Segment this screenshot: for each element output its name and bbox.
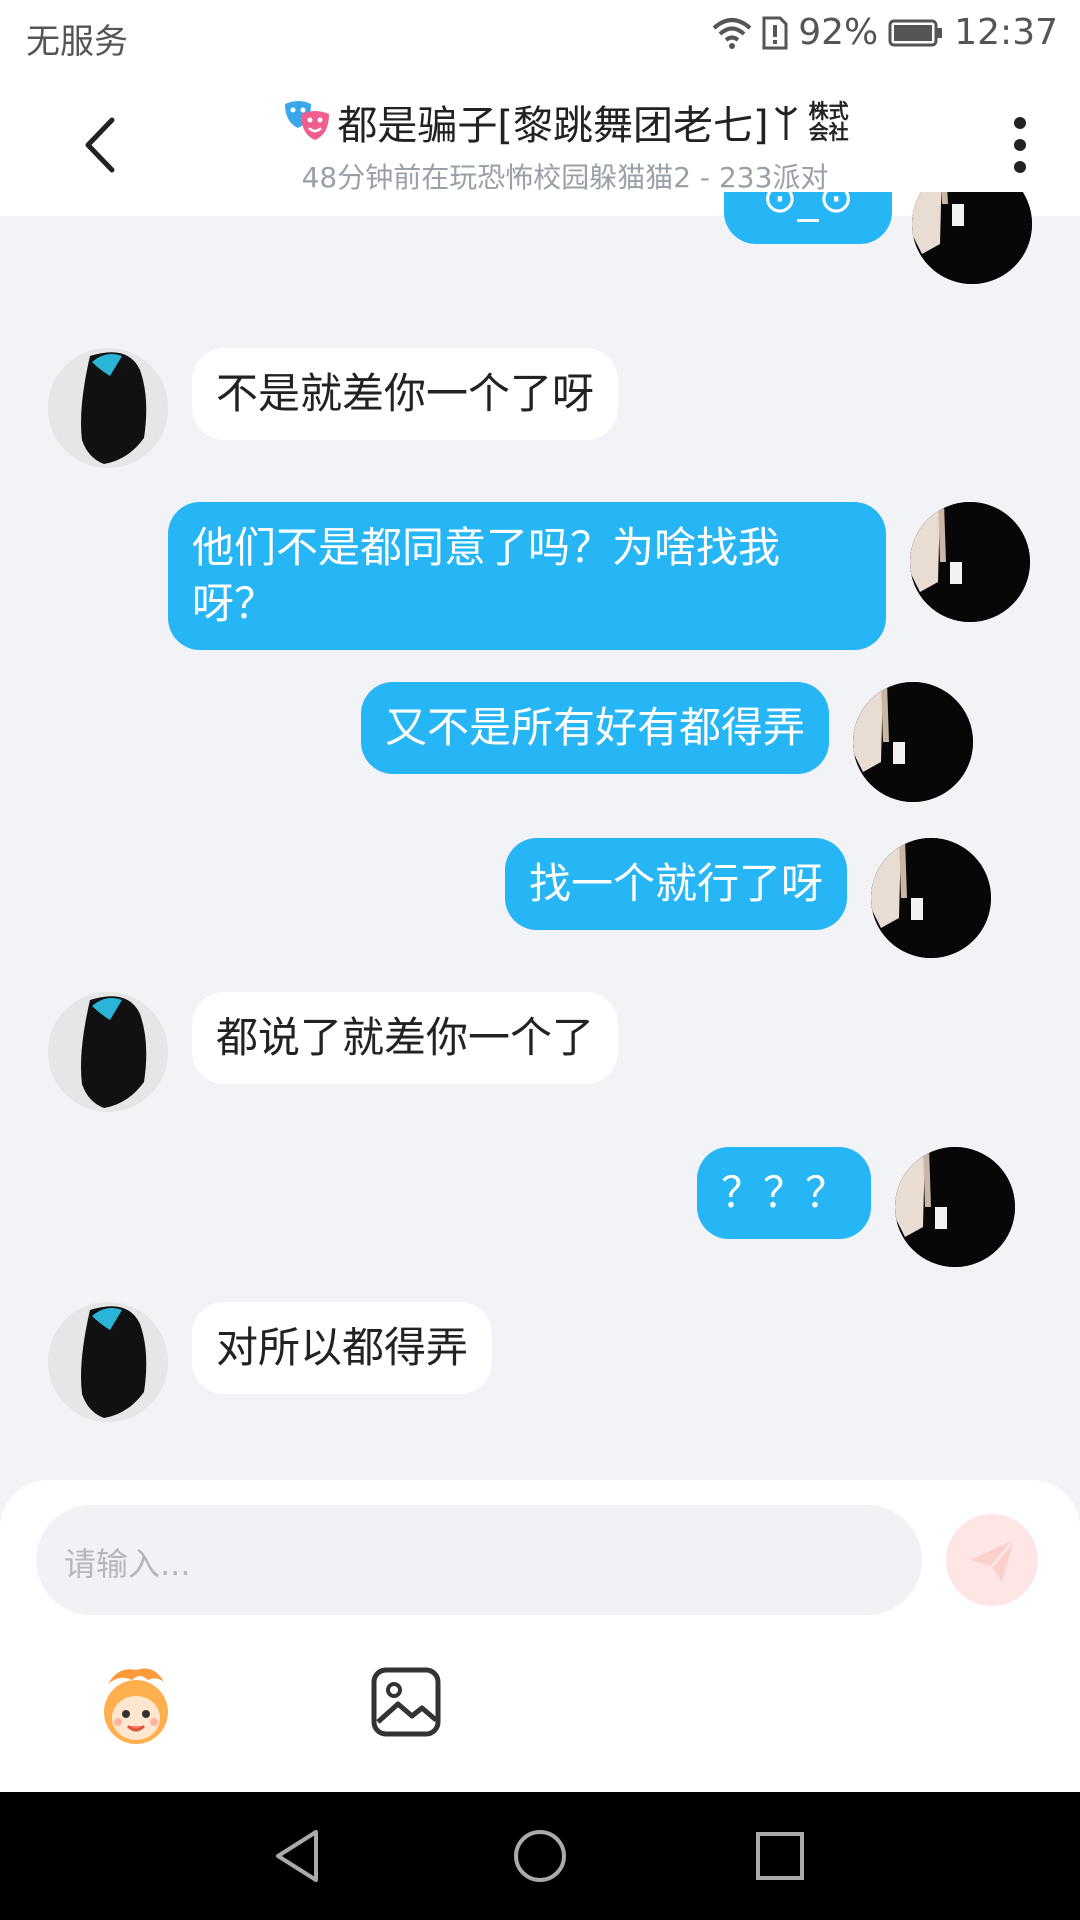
message-incoming: 不是就差你一个了呀: [48, 348, 619, 468]
message-incoming: 对所以都得弄: [48, 1302, 493, 1422]
contact-avatar-image: [48, 992, 168, 1112]
battery-icon: [888, 19, 943, 46]
theater-masks-icon: [285, 101, 330, 140]
message-outgoing: 他们不是都同意了吗？为啥找我呀？: [168, 502, 1030, 650]
my-avatar[interactable]: [853, 682, 974, 802]
message-outgoing: ⊙_⊙: [724, 192, 1032, 312]
my-avatar[interactable]: [871, 838, 992, 958]
title-suffix-line-1: 株式: [808, 99, 849, 123]
chat-subtitle: 48分钟前在玩恐怖校园躲猫猫2 - 233派对: [301, 161, 829, 194]
image-icon[interactable]: [370, 1666, 442, 1738]
message-outgoing: ？？？: [697, 1147, 1016, 1267]
status-indicators: 92% 12:37: [712, 12, 1058, 53]
message-incoming: 都说了就差你一个了: [48, 992, 619, 1112]
wifi-icon: [712, 17, 752, 49]
nav-recents-icon[interactable]: [750, 1826, 810, 1886]
status-bar: 无服务 92% 12:37: [0, 0, 1080, 76]
contact-avatar[interactable]: [48, 992, 168, 1112]
contact-avatar-image: [48, 1302, 168, 1422]
system-nav-bar: [0, 1792, 1080, 1920]
my-avatar-image: [895, 1147, 1016, 1267]
clock: 12:37: [954, 12, 1058, 53]
message-bubble[interactable]: ⊙_⊙: [724, 192, 892, 244]
contact-avatar[interactable]: [48, 348, 168, 468]
input-panel: 请输入...: [0, 1480, 1080, 1792]
my-avatar-image: [910, 502, 1030, 622]
my-avatar[interactable]: [895, 1147, 1016, 1267]
title-suffix: 株式 会社: [809, 101, 849, 143]
carrier-text: 无服务: [26, 22, 128, 62]
emoji-icon[interactable]: [90, 1662, 180, 1752]
message-input[interactable]: 请输入...: [36, 1505, 922, 1615]
send-icon: [970, 1539, 1016, 1582]
my-avatar-image: [871, 838, 992, 958]
chat-title-line: 都是骗子[黎跳舞团老七] 株式 会社: [190, 94, 940, 150]
my-avatar[interactable]: [910, 502, 1030, 622]
nav-home-icon[interactable]: [510, 1826, 570, 1886]
message-bubble[interactable]: 对所以都得弄: [192, 1302, 493, 1394]
message-bubble[interactable]: 他们不是都同意了吗？为啥找我呀？: [168, 502, 886, 650]
send-button[interactable]: [946, 1514, 1038, 1606]
chat-title-block: 都是骗子[黎跳舞团老七] 株式 会社 48分钟前在玩恐怖校园躲猫猫2 - 233…: [190, 94, 940, 196]
contact-avatar[interactable]: [48, 1302, 168, 1422]
chat-title: 都是骗子[黎跳舞团老七]: [337, 103, 769, 149]
my-avatar[interactable]: [912, 192, 1032, 284]
my-avatar-image: [853, 682, 974, 802]
contact-avatar-image: [48, 348, 168, 468]
battery-percent: 92%: [798, 12, 879, 53]
title-suffix-line-2: 会社: [808, 120, 849, 144]
message-outgoing: 找一个就行了呀: [505, 838, 992, 958]
caduceus-icon: [774, 106, 797, 140]
sim-alert-icon: [762, 16, 788, 49]
message-bubble[interactable]: 不是就差你一个了呀: [192, 348, 619, 440]
message-bubble[interactable]: 都说了就差你一个了: [192, 992, 619, 1084]
message-bubble[interactable]: 找一个就行了呀: [505, 838, 848, 930]
nav-back-icon[interactable]: [270, 1826, 330, 1886]
back-arrow-icon[interactable]: [70, 110, 130, 180]
my-avatar-image: [912, 192, 1032, 284]
message-outgoing: 又不是所有好有都得弄: [361, 682, 974, 802]
message-bubble[interactable]: 又不是所有好有都得弄: [361, 682, 830, 774]
more-icon[interactable]: [1000, 110, 1040, 180]
message-bubble[interactable]: ？？？: [697, 1147, 872, 1239]
